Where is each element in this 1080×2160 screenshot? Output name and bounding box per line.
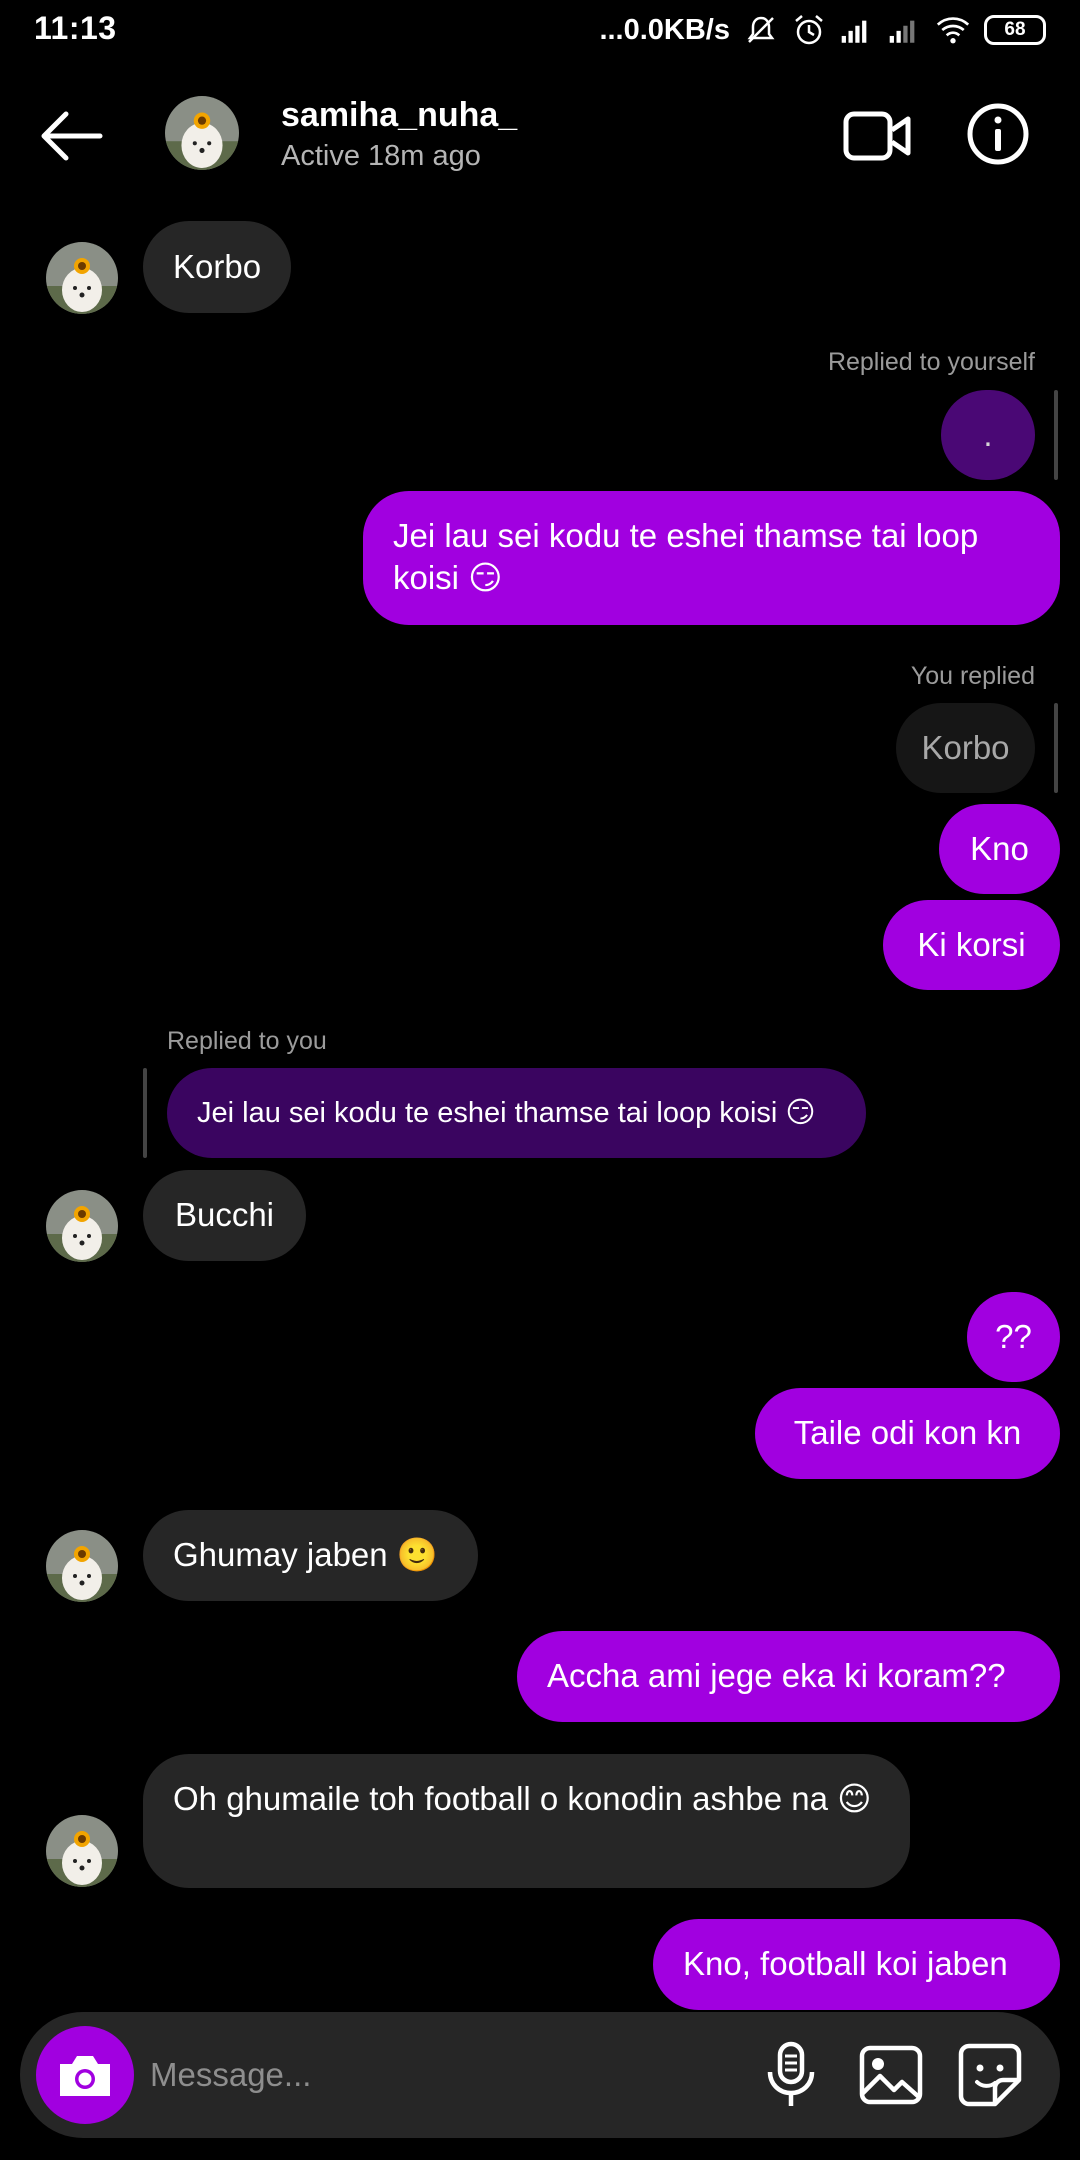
reply-label: Replied to yourself xyxy=(827,348,1035,376)
reply-bar xyxy=(1054,703,1058,793)
status-bar: 11:13 ...0.0KB/s 68 xyxy=(0,0,1080,60)
alarm-icon xyxy=(795,15,823,45)
video-call-icon[interactable] xyxy=(843,108,911,164)
network-speed: ...0.0KB/s xyxy=(599,13,730,46)
quoted-message[interactable]: . xyxy=(941,390,1035,480)
mute-icon xyxy=(747,16,775,43)
message-incoming[interactable]: Bucchi xyxy=(143,1170,306,1261)
message-incoming[interactable]: Korbo xyxy=(143,221,292,313)
camera-icon xyxy=(60,2056,110,2096)
battery-level: 68 xyxy=(1004,19,1026,40)
message-incoming[interactable]: Oh ghumaile toh football o konodin ashbe… xyxy=(143,1754,910,1888)
microphone-icon[interactable] xyxy=(756,2040,826,2110)
message-incoming[interactable]: Ghumay jaben 🙂 xyxy=(143,1510,478,1601)
status-time: 11:13 xyxy=(34,10,117,46)
message-outgoing[interactable]: Ki korsi xyxy=(883,900,1060,990)
reply-label: You replied xyxy=(910,662,1035,690)
quoted-message[interactable]: Korbo xyxy=(896,703,1035,793)
avatar[interactable] xyxy=(165,96,239,170)
message-outgoing[interactable]: Accha ami jege eka ki koram?? xyxy=(517,1631,1060,1722)
dog-avatar-image xyxy=(46,1530,118,1602)
status-icons: ...0.0KB/s 68 xyxy=(599,12,1046,48)
reply-label: Replied to you xyxy=(167,1027,327,1055)
message-outgoing[interactable]: ?? xyxy=(967,1292,1060,1382)
sticker-icon[interactable] xyxy=(955,2040,1025,2110)
battery-icon: 68 xyxy=(984,15,1046,45)
quoted-message[interactable]: Jei lau sei kodu te eshei thamse tai loo… xyxy=(167,1068,866,1158)
message-outgoing[interactable]: Kno, football koi jaben xyxy=(653,1919,1060,2010)
wifi-icon xyxy=(936,17,970,44)
message-composer xyxy=(20,2012,1060,2138)
active-status: Active 18m ago xyxy=(281,140,481,172)
reply-bar xyxy=(143,1068,147,1158)
chat-header: samiha_nuha_ Active 18m ago xyxy=(0,60,1080,210)
info-icon[interactable] xyxy=(966,102,1030,166)
avatar[interactable] xyxy=(46,1530,118,1602)
dog-avatar-image xyxy=(46,242,118,314)
chat-username[interactable]: samiha_nuha_ xyxy=(281,96,517,135)
message-input[interactable] xyxy=(150,2042,710,2108)
back-arrow-icon[interactable] xyxy=(36,106,106,166)
avatar[interactable] xyxy=(46,242,118,314)
avatar[interactable] xyxy=(46,1190,118,1262)
dog-avatar-image xyxy=(46,1190,118,1262)
message-outgoing[interactable]: Jei lau sei kodu te eshei thamse tai loo… xyxy=(363,491,1060,625)
message-outgoing[interactable]: Taile odi kon kn xyxy=(755,1388,1060,1479)
signal-icon xyxy=(889,20,915,43)
reply-bar xyxy=(1054,390,1058,480)
signal-icon xyxy=(841,20,867,43)
avatar[interactable] xyxy=(46,1815,118,1887)
camera-button[interactable] xyxy=(36,2026,134,2124)
message-outgoing[interactable]: Kno xyxy=(939,804,1060,894)
gallery-icon[interactable] xyxy=(856,2040,926,2110)
dog-avatar-image xyxy=(46,1815,118,1887)
dog-avatar-image xyxy=(165,96,239,170)
